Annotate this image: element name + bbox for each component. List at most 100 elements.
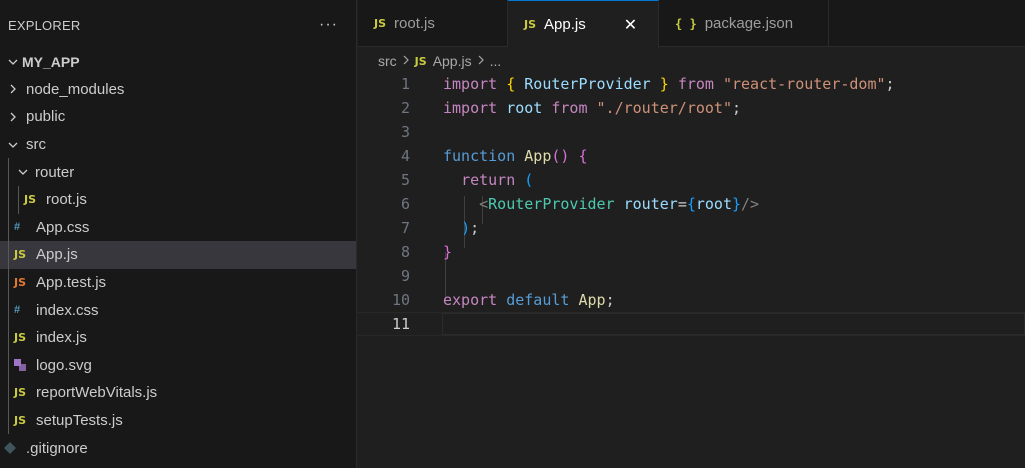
breadcrumb-more[interactable]: ... [490,53,502,69]
line-number: 9 [400,267,410,285]
tree-item-label: index.js [36,329,87,347]
indent-guide [8,158,9,186]
chevron-right-icon [4,111,22,123]
tree-item-label: .gitignore [26,439,88,457]
code-line: 10 export default App; [358,288,1025,312]
tree-item-src[interactable]: src [0,131,356,159]
line-number: 1 [400,75,410,93]
code-line-text: import { RouterProvider } from "react-ro… [443,75,895,93]
tree-item-label: App.test.js [36,274,107,292]
code-line-current[interactable]: 11 [358,312,1025,336]
tree-item-label: reportWebVitals.js [36,384,158,402]
json-file-icon: { } [675,16,697,31]
tree-item-label: root.js [46,191,87,209]
indent-guide [8,323,9,352]
chevron-right-icon [4,83,22,95]
explorer-title: EXPLORER [8,17,81,33]
indent-guide [8,379,9,407]
tree-item-router[interactable]: router [0,158,356,186]
indent-guide [8,185,9,214]
tree-item-app-js[interactable]: JS App.js [0,241,356,269]
tree-item-gitignore[interactable]: .gitignore [0,434,356,462]
line-number: 8 [400,243,410,261]
tab-label: root.js [394,15,435,32]
code-line: 8 } [358,240,1025,264]
line-number: 2 [400,99,410,117]
code-editor[interactable]: 1 import { RouterProvider } from "react-… [358,72,1025,336]
chevron-right-icon [401,54,411,68]
tree-item-index-css[interactable]: # index.css [0,296,356,324]
code-line: 2 import root from "./router/root"; [358,96,1025,120]
chevron-down-icon [4,139,22,151]
tree-item-label: index.css [36,301,99,319]
tree-item-label: node_modules [26,80,125,98]
css-file-icon: # [14,221,21,234]
line-number: 11 [391,315,410,333]
tree-item-label: router [35,163,75,181]
javascript-file-icon: JS [414,54,427,68]
close-icon[interactable]: ✕ [624,15,637,35]
chevron-down-icon [14,166,32,178]
code-line: 4 function App() { [358,144,1025,168]
line-number: 5 [400,171,410,189]
code-line-text: return ( [461,171,534,189]
javascript-file-icon: JS [524,18,537,31]
code-line-text: ); [461,219,480,237]
tree-item-logo-svg[interactable]: logo.svg [0,351,356,380]
tree-item-public[interactable]: public [0,103,356,131]
tree-item-setup-tests-js[interactable]: JS setupTests.js [0,406,356,435]
tab-app-js[interactable]: JS App.js ✕ [508,0,659,48]
line-number: 3 [400,123,410,141]
javascript-file-icon: JS [14,414,27,428]
tree-item-app-test-js[interactable]: JS App.test.js [0,268,356,297]
indent-guide [8,296,9,324]
more-actions-icon[interactable]: ··· [319,16,338,34]
code-line-text: export default App; [443,291,615,309]
svg-file-icon [14,359,36,372]
workspace-root-my-app[interactable]: MY_APP [0,48,356,76]
javascript-file-icon: JS [24,193,37,207]
breadcrumb-folder[interactable]: src [378,53,397,69]
javascript-file-icon: JS [14,331,27,345]
indent-guide [8,406,9,435]
code-line: 3 [358,120,1025,144]
indent-guide [8,213,9,242]
javascript-test-file-icon: JS [14,276,27,290]
javascript-file-icon: JS [14,248,27,262]
tab-root-js[interactable]: JS root.js [358,0,508,47]
indent-guide [8,268,9,297]
tree-item-label: src [26,136,46,154]
code-line-text: import root from "./router/root"; [443,99,742,117]
tree-item-label: logo.svg [36,356,92,374]
tree-item-report-web-vitals-js[interactable]: JS reportWebVitals.js [0,379,356,407]
explorer-header: EXPLORER ··· [0,0,356,50]
code-line: 5 return ( [358,168,1025,192]
line-number: 7 [400,219,410,237]
code-line: 6 <RouterProvider router={root}/> [358,192,1025,216]
tree-item-index-js[interactable]: JS index.js [0,323,356,352]
tree-item-root-js[interactable]: JS root.js [0,185,356,214]
javascript-file-icon: JS [374,17,387,30]
chevron-right-icon [476,54,486,68]
css-file-icon: # [14,304,21,317]
code-line-text: } [443,243,453,261]
javascript-file-icon: JS [14,386,27,400]
breadcrumb: src JS App.js ... [358,47,1025,75]
editor-tabs: JS root.js JS App.js ✕ { } package.json [358,0,1025,48]
breadcrumb-file[interactable]: App.js [433,53,472,69]
tree-item-node-modules[interactable]: node_modules [0,76,356,104]
code-line: 9 [358,264,1025,288]
line-number: 10 [391,291,410,309]
tab-package-json[interactable]: { } package.json [659,0,829,47]
indent-guide [18,185,19,214]
tree-item-app-css[interactable]: # App.css [0,213,356,242]
line-number: 6 [400,195,410,213]
tree-item-label: App.css [36,218,90,236]
code-line-text: function App() { [443,147,588,165]
tab-label: package.json [704,15,794,32]
tree-item-label: public [26,108,66,126]
tree-item-label: setupTests.js [36,412,123,430]
editor-area: JS root.js JS App.js ✕ { } package.json … [358,0,1025,468]
line-number: 4 [400,147,410,165]
indent-guide [8,241,9,269]
